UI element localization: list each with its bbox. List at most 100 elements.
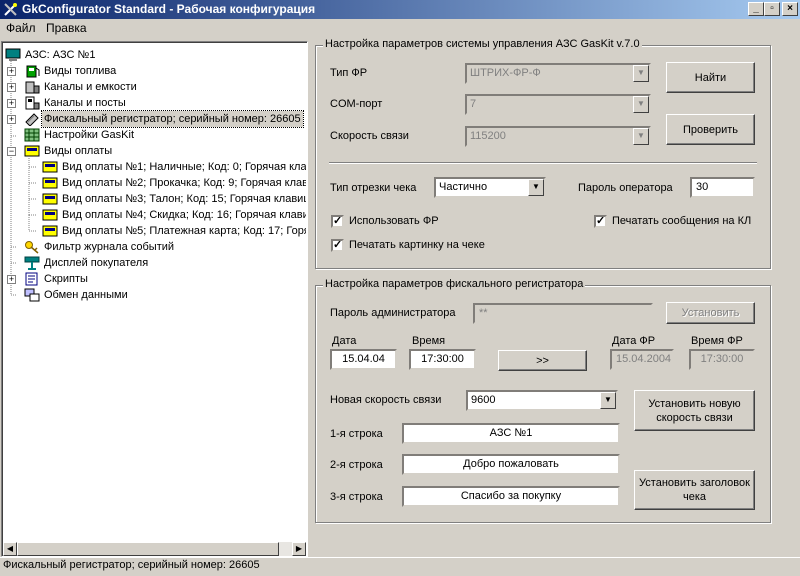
expand-icon[interactable]: + bbox=[7, 83, 16, 92]
expand-icon[interactable]: + bbox=[7, 99, 16, 108]
chevron-down-icon: ▼ bbox=[633, 128, 649, 145]
tree-item-customer-display[interactable]: Дисплей покупателя bbox=[3, 255, 303, 271]
grid-icon bbox=[24, 128, 40, 142]
menu-bar: Файл Правка bbox=[0, 19, 800, 39]
fr-time-label: Время ФР bbox=[691, 335, 743, 347]
sync-time-button[interactable]: >> bbox=[498, 350, 587, 371]
line2-input[interactable]: Добро пожаловать bbox=[402, 454, 620, 475]
check-button[interactable]: Проверить bbox=[666, 114, 755, 145]
tree-item-label: Дисплей покупателя bbox=[44, 257, 149, 269]
line1-input[interactable]: АЗС №1 bbox=[402, 423, 620, 444]
tree-item-label: Скрипты bbox=[44, 273, 88, 285]
chevron-down-icon: ▼ bbox=[633, 96, 649, 113]
tree-horizontal-scrollbar[interactable]: ◀ ▶ bbox=[3, 542, 306, 556]
new-speed-value: 9600 bbox=[471, 394, 496, 406]
divider bbox=[329, 162, 757, 164]
tree-item-label: Вид оплаты №4; Скидка; Код: 16; Горячая … bbox=[62, 209, 306, 221]
tree-item-label: Каналы и посты bbox=[44, 97, 126, 109]
expand-icon[interactable]: + bbox=[7, 67, 16, 76]
fr-time-input[interactable]: 17:30:00 bbox=[689, 349, 755, 370]
fr-type-value: ШТРИХ-ФР-Ф bbox=[470, 67, 541, 79]
scroll-left-icon[interactable]: ◀ bbox=[3, 542, 17, 556]
minimize-button[interactable]: _ bbox=[748, 2, 764, 16]
new-speed-select[interactable]: 9600 ▼ bbox=[466, 390, 618, 411]
tree-item-label: Каналы и емкости bbox=[44, 81, 137, 93]
print-picture-label: Печатать картинку на чеке bbox=[349, 239, 485, 251]
operator-password-input[interactable]: 30 bbox=[690, 177, 755, 198]
tree-item-label: Фильтр журнала событий bbox=[44, 241, 175, 253]
tree-item-event-filter[interactable]: Фильтр журнала событий bbox=[3, 239, 303, 255]
status-bar: Фискальный регистратор; серийный номер: … bbox=[0, 557, 800, 576]
tree-item-label: Обмен данными bbox=[44, 289, 128, 301]
payment-icon bbox=[42, 225, 58, 237]
cut-type-select[interactable]: Частично ▼ bbox=[434, 177, 546, 198]
payment-icon bbox=[42, 161, 58, 173]
com-port-value: 7 bbox=[470, 98, 477, 110]
tree-item-fiscal[interactable]: + Фискальный регистратор; серийный номер… bbox=[3, 110, 306, 128]
config-tree[interactable]: АЗС: АЗС №1 + Виды топлива + Каналы и ем… bbox=[3, 43, 306, 542]
fuel-icon bbox=[26, 65, 40, 78]
payment-icon bbox=[24, 145, 40, 157]
maximize-button[interactable]: ▫ bbox=[764, 2, 780, 16]
set-password-button[interactable]: Установить bbox=[666, 302, 755, 324]
chevron-down-icon: ▼ bbox=[633, 65, 649, 82]
com-port-select[interactable]: 7 ▼ bbox=[465, 94, 651, 115]
line3-label: 3-я строка bbox=[330, 491, 383, 503]
close-button[interactable]: × bbox=[782, 2, 798, 16]
payment-icon bbox=[42, 209, 58, 221]
tree-item-fuel[interactable]: + Виды топлива bbox=[3, 63, 303, 79]
tank-icon bbox=[25, 81, 40, 94]
admin-password-input[interactable]: ** bbox=[473, 303, 653, 324]
tree-item-payments[interactable]: − Виды оплаты bbox=[3, 143, 303, 159]
status-text: Фискальный регистратор; серийный номер: … bbox=[3, 559, 260, 571]
tree-item-gaskit[interactable]: Настройки GasKit bbox=[3, 127, 303, 143]
tree-item-payment-1[interactable]: Вид оплаты №1; Наличные; Код: 0; Горячая… bbox=[3, 159, 306, 175]
channel-icon bbox=[25, 96, 40, 110]
print-picture-checkbox[interactable]: ✓ bbox=[331, 239, 344, 252]
tree-item-label: Фискальный регистратор; серийный номер: … bbox=[41, 110, 304, 128]
tree-item-scripts[interactable]: + Скрипты bbox=[3, 271, 303, 287]
scroll-thumb[interactable] bbox=[17, 542, 279, 556]
date-input[interactable]: 15.04.04 bbox=[330, 349, 397, 370]
tree-item-label: Вид оплаты №1; Наличные; Код: 0; Горячая… bbox=[62, 161, 306, 173]
speed-value: 115200 bbox=[470, 130, 506, 142]
expand-icon[interactable]: + bbox=[7, 115, 16, 124]
find-button[interactable]: Найти bbox=[666, 62, 755, 93]
set-header-button[interactable]: Установить заголовок чека bbox=[634, 470, 755, 510]
display-icon bbox=[24, 256, 40, 270]
tree-panel: АЗС: АЗС №1 + Виды топлива + Каналы и ем… bbox=[1, 41, 308, 557]
tree-item-payment-4[interactable]: Вид оплаты №4; Скидка; Код: 16; Горячая … bbox=[3, 207, 306, 223]
print-messages-checkbox[interactable]: ✓ bbox=[594, 215, 607, 228]
tree-item-payment-2[interactable]: Вид оплаты №2; Прокачка; Код: 9; Горячая… bbox=[3, 175, 306, 191]
fr-type-select[interactable]: ШТРИХ-ФР-Ф ▼ bbox=[465, 63, 651, 84]
speed-select[interactable]: 115200 ▼ bbox=[465, 126, 651, 147]
app-icon bbox=[4, 3, 17, 16]
use-fr-checkbox[interactable]: ✓ bbox=[331, 215, 344, 228]
fr-date-input[interactable]: 15.04.2004 bbox=[610, 349, 674, 370]
collapse-icon[interactable]: − bbox=[7, 147, 16, 156]
line1-label: 1-я строка bbox=[330, 428, 383, 440]
tree-item-label: Вид оплаты №2; Прокачка; Код: 9; Горячая… bbox=[62, 177, 306, 189]
menu-edit[interactable]: Правка bbox=[44, 21, 89, 35]
date-label: Дата bbox=[332, 335, 357, 347]
tree-item-tanks[interactable]: + Каналы и емкости bbox=[3, 79, 303, 95]
tree-item-payment-5[interactable]: Вид оплаты №5; Платежная карта; Код: 17;… bbox=[3, 223, 306, 239]
fiscal-settings-group: Настройка параметров фискального регистр… bbox=[315, 278, 771, 523]
fr-date-label: Дата ФР bbox=[612, 335, 656, 347]
time-input[interactable]: 17:30:00 bbox=[409, 349, 476, 370]
set-speed-button[interactable]: Установить новую скорость связи bbox=[634, 390, 755, 431]
new-speed-label: Новая скорость связи bbox=[330, 394, 442, 406]
window-title: GkConfigurator Standard - Рабочая конфиг… bbox=[22, 2, 316, 16]
key-icon bbox=[25, 241, 39, 254]
operator-password-label: Пароль оператора bbox=[578, 182, 673, 194]
tree-item-payment-3[interactable]: Вид оплаты №3; Талон; Код: 15; Горячая к… bbox=[3, 191, 306, 207]
expand-icon[interactable]: + bbox=[7, 275, 16, 284]
tree-item-label: Вид оплаты №5; Платежная карта; Код: 17;… bbox=[62, 225, 306, 237]
scroll-right-icon[interactable]: ▶ bbox=[292, 542, 306, 556]
computer-icon bbox=[5, 48, 21, 61]
payment-icon bbox=[42, 193, 58, 205]
menu-file[interactable]: Файл bbox=[4, 21, 38, 35]
line3-input[interactable]: Спасибо за покупку bbox=[402, 486, 620, 507]
tree-item-exchange[interactable]: Обмен данными bbox=[3, 287, 303, 303]
tree-item-posts[interactable]: + Каналы и посты bbox=[3, 95, 303, 111]
